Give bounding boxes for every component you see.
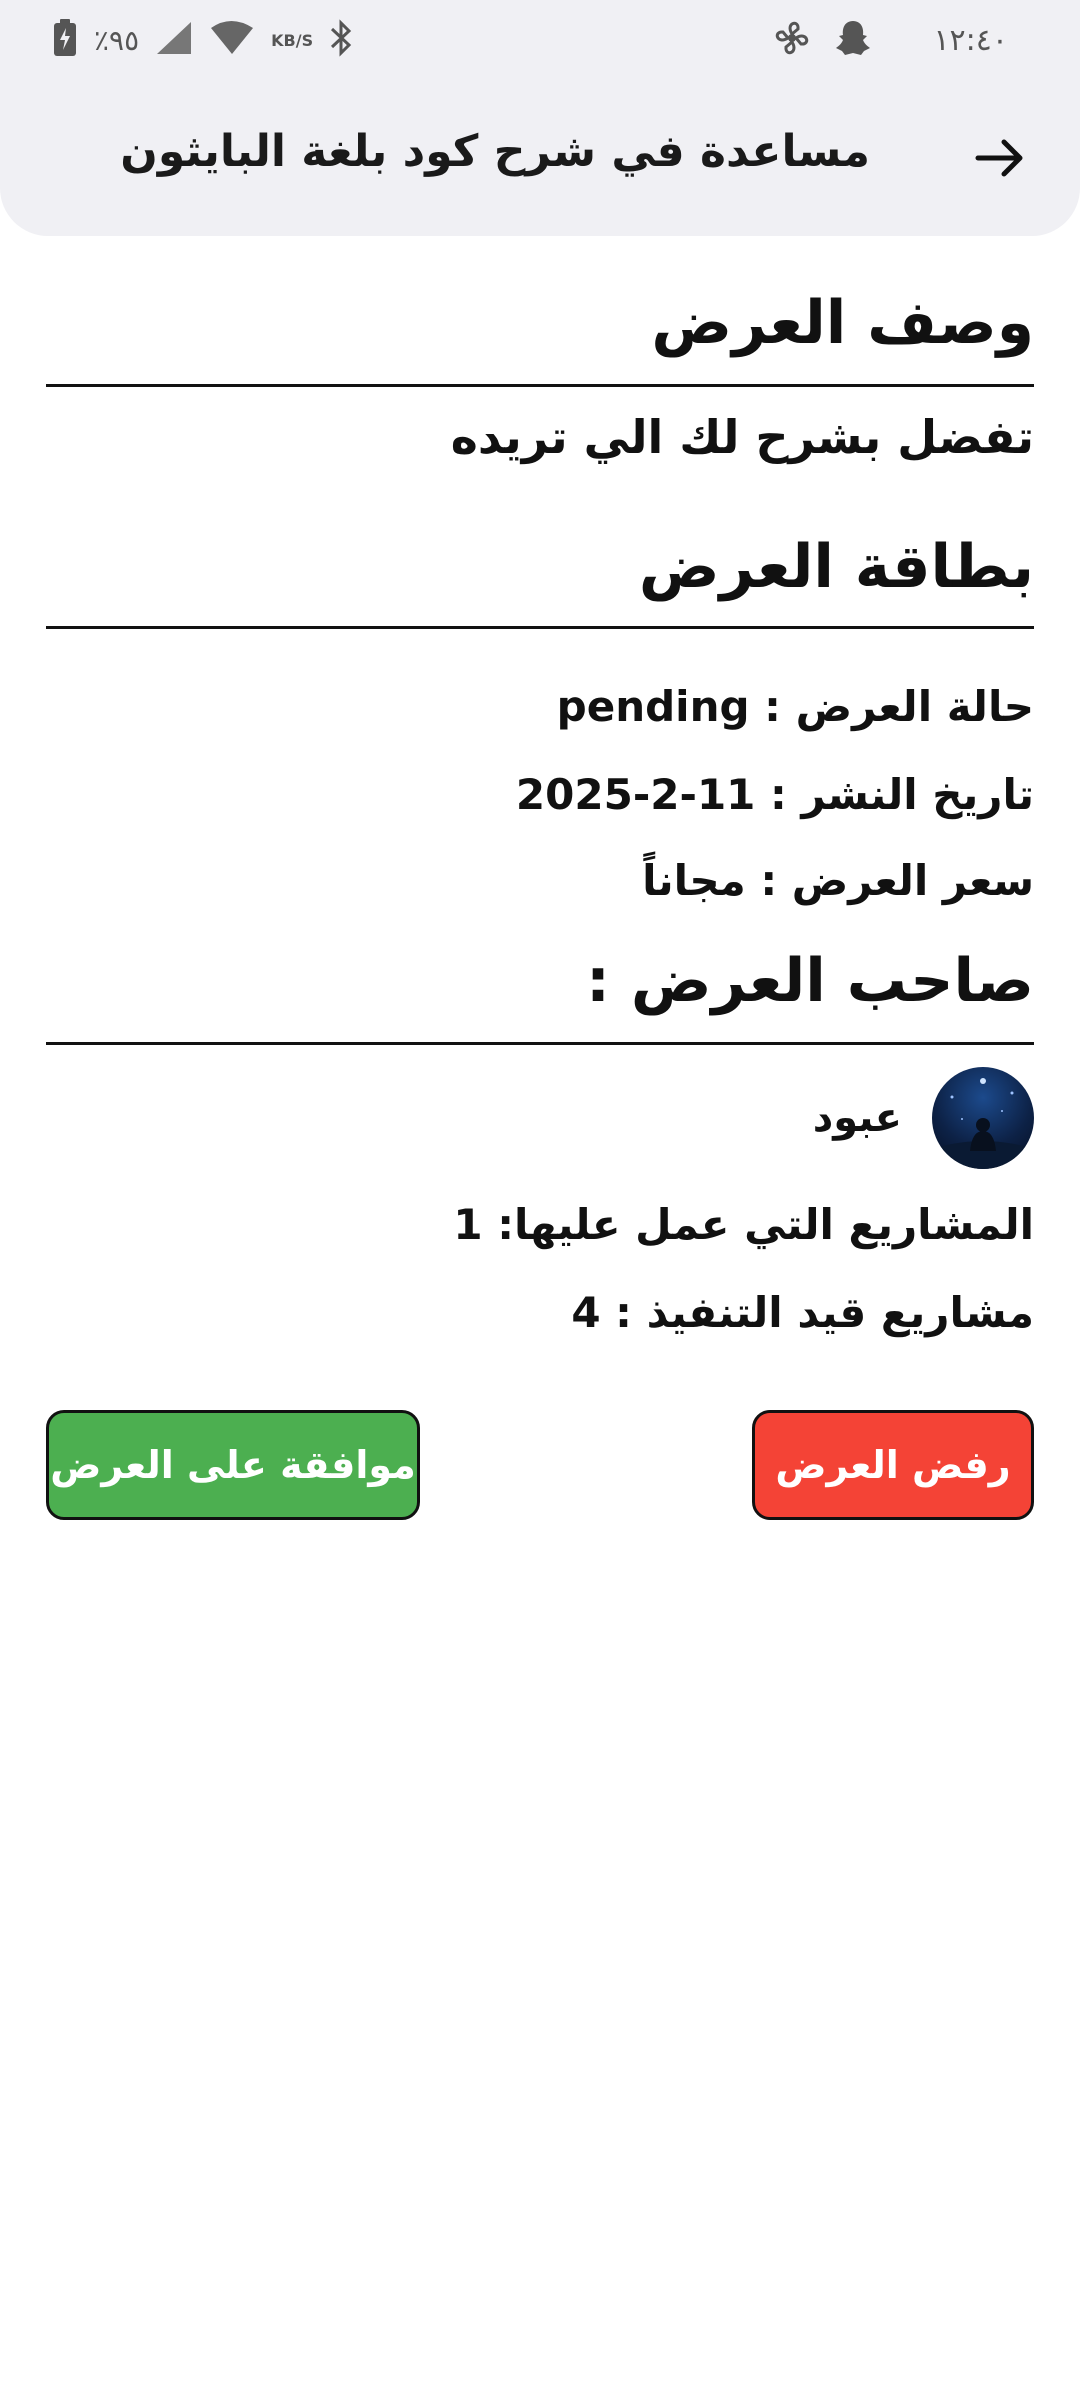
owner-profile[interactable]: عبود [813,1066,1034,1170]
page-title: مساعدة في شرح كود بلغة البايثون [120,126,870,177]
offer-description-title: وصف العرض [651,288,1034,358]
divider [46,1042,1034,1045]
status-time: ١٢:٤٠ [933,22,1008,58]
offer-card-title: بطاقة العرض [638,532,1034,602]
avatar[interactable] [932,1067,1034,1169]
owner-name: عبود [812,1095,902,1141]
snapchat-icon [833,18,873,62]
offer-details-screen: ٪٩٥ KB/S ١٢:٤٠ مساعدة في شرح كود بلغة ال… [0,0,1080,2400]
status-bar-right: ١٢:٤٠ [771,18,1008,62]
divider [46,384,1034,387]
bluetooth-icon [329,19,353,61]
owner-projects-worked: المشاريع التي عمل عليها: 1 [453,1200,1034,1249]
owner-section-title: صاحب العرض : [585,946,1034,1016]
wifi-icon [209,20,255,60]
avatar-image [932,1078,1034,1169]
arrow-right-icon [975,139,1023,177]
battery-percent: ٪٩٥ [94,23,140,57]
status-bar-left: ٪٩٥ KB/S [52,18,353,62]
offer-publish-date: تاريخ النشر : 11-2-2025 [515,770,1034,819]
accept-offer-button[interactable]: موافقة على العرض [46,1410,420,1520]
fan-icon [771,17,813,63]
offer-description-text: تفضل بشرح لك الي تريده [450,410,1034,464]
offer-status: حالة العرض : pending [556,682,1034,731]
divider [46,626,1034,629]
reject-offer-button[interactable]: رفض العرض [752,1410,1034,1520]
offer-price: سعر العرض : مجاناً [642,856,1034,905]
back-button[interactable] [972,130,1028,186]
app-header: ٪٩٥ KB/S ١٢:٤٠ مساعدة في شرح كود بلغة ال… [0,0,1080,236]
battery-icon [52,18,78,62]
signal-icon [155,20,193,60]
owner-projects-in-progress: مشاريع قيد التنفيذ : 4 [571,1288,1034,1337]
net-speed-unit: KB/S [271,30,314,50]
